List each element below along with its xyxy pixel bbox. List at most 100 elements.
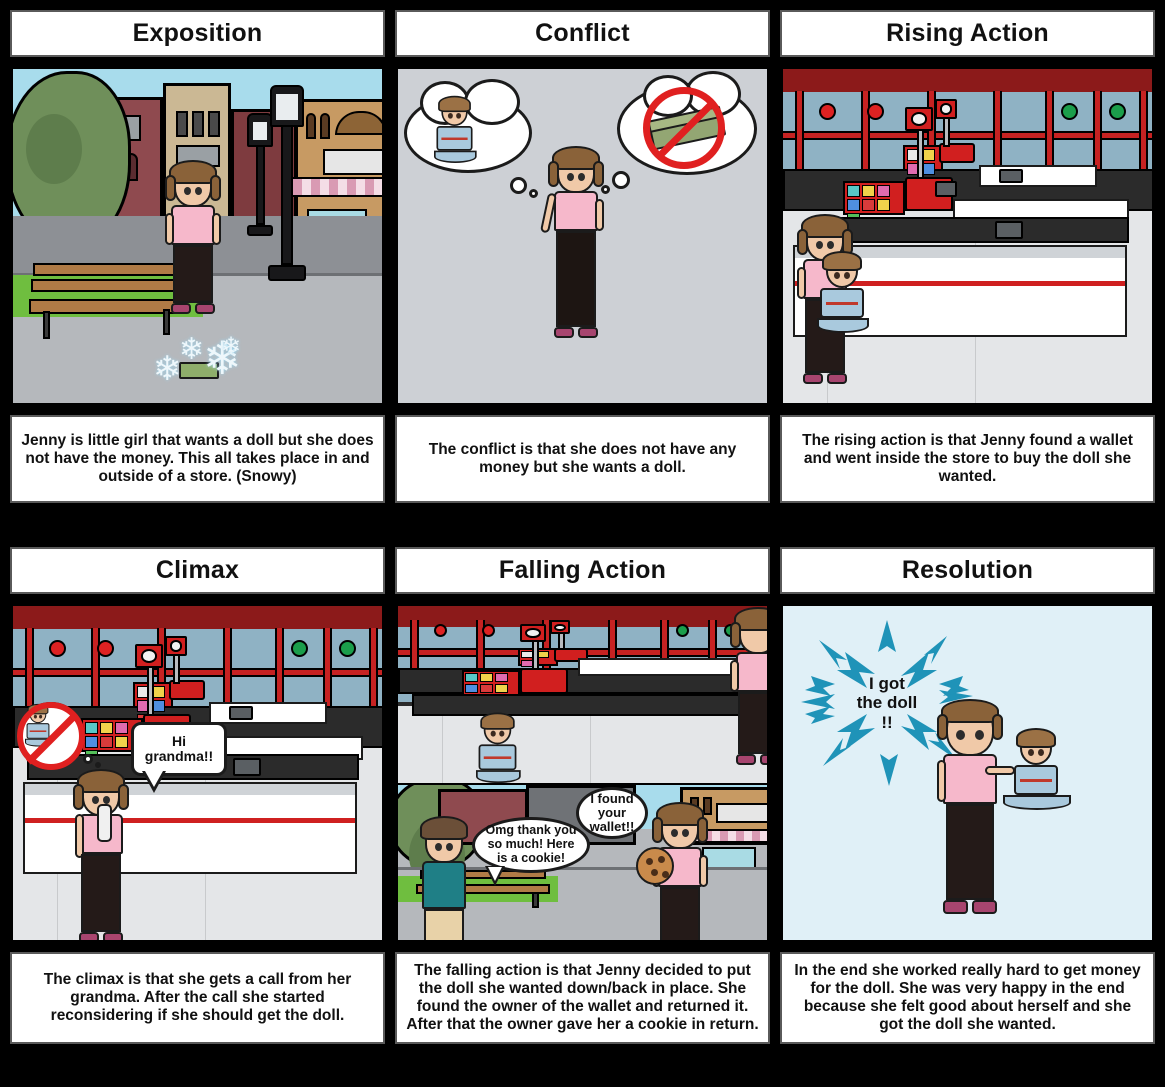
doll-skirt	[817, 318, 869, 333]
street-lamp-head-icon	[270, 85, 304, 127]
doll-body	[820, 288, 864, 318]
burst-line-3: !!	[881, 712, 893, 732]
snowflake-icon: ❄	[221, 333, 242, 360]
caption-text: The falling action is that Jenny decided…	[406, 961, 759, 1034]
thought-dot	[529, 189, 538, 198]
scene-half-store	[398, 606, 767, 784]
panel-caption-rising-action: The rising action is that Jenny found a …	[780, 415, 1155, 503]
panel-conflict[interactable]: Conflict The conflict is that she does n…	[395, 10, 770, 503]
bench-leg	[43, 311, 50, 339]
jenny-shoes	[554, 327, 598, 338]
window-decal-red	[819, 103, 836, 120]
street-lamp-base	[247, 225, 273, 236]
building-window	[208, 111, 220, 137]
panel-resolution[interactable]: Resolution I got the doll !! In the end …	[780, 547, 1155, 1044]
doll-eye	[447, 112, 453, 119]
jenny-torso	[943, 754, 997, 804]
candy-rack	[462, 670, 520, 704]
panel-title-resolution: Resolution	[780, 547, 1155, 594]
jenny-arm	[730, 660, 739, 692]
doll-hair	[822, 251, 862, 271]
jenny-legs	[81, 854, 121, 932]
building-window	[176, 111, 188, 137]
phone-icon	[97, 804, 112, 842]
window-decal-green	[291, 640, 308, 657]
window-decal-green	[1061, 103, 1078, 120]
jenny-legs	[173, 245, 213, 303]
prohibition-icon	[17, 702, 85, 770]
jenny-braid	[937, 714, 948, 740]
panel-climax[interactable]: Climax Hi grandma!! The climax is that s…	[10, 547, 385, 1044]
snowflake-icon: ❄	[179, 333, 205, 366]
burst-text: I got the doll !!	[857, 674, 917, 731]
lane-sign	[935, 99, 957, 119]
jenny-legs	[738, 692, 767, 754]
doll-head	[1016, 728, 1056, 765]
scene-falling-action: I found your wallet!! Omg thank you so m…	[395, 603, 770, 943]
street-lamp-post	[281, 115, 293, 265]
owner-hair	[420, 816, 468, 841]
scene-climax: Hi grandma!!	[10, 603, 385, 943]
doll-skirt	[476, 770, 521, 784]
bench-slat	[31, 279, 179, 292]
panel-title-text: Resolution	[901, 556, 1034, 584]
panel-title-text: Exposition	[132, 19, 263, 47]
speech-bubble-tail-fill	[145, 771, 163, 787]
jenny-torso	[171, 205, 215, 245]
doll-placed-back	[476, 712, 521, 784]
card-reader	[999, 169, 1023, 183]
jenny-arm-phone	[75, 814, 84, 858]
panel-title-climax: Climax	[10, 547, 385, 594]
building-sign	[716, 803, 767, 824]
speech-text: Hi grandma!!	[144, 732, 214, 764]
jenny-legs	[556, 231, 596, 327]
jenny-head	[730, 607, 767, 654]
doll-body	[1014, 765, 1058, 795]
panel-exposition[interactable]: Exposition ❄ ❄ ❄ ❄ Jenny is little girl …	[10, 10, 385, 503]
window-decal-green	[339, 640, 356, 657]
jenny-head	[652, 802, 708, 850]
speech-bubble-hi-grandma: Hi grandma!!	[131, 722, 227, 793]
panel-title-rising-action: Rising Action	[780, 10, 1155, 57]
doll-held	[817, 251, 869, 333]
character-jenny	[73, 769, 129, 940]
jenny-arm	[595, 199, 604, 231]
panel-rising-action[interactable]: Rising Action The rising action is that …	[780, 10, 1155, 503]
jenny-eye	[956, 730, 965, 740]
doll-eye	[844, 272, 850, 279]
speech-bubble-thank-you: Omg thank you so much! Here is a cookie!	[472, 817, 590, 887]
doll-eye	[490, 730, 496, 737]
jenny-eye	[975, 730, 984, 740]
panel-title-text: Rising Action	[886, 19, 1049, 47]
burst-line-2: the doll	[856, 693, 918, 713]
thought-dot	[83, 754, 93, 764]
window-mullion	[369, 628, 378, 718]
jenny-torso	[554, 191, 598, 231]
store-wall-top	[13, 606, 382, 630]
panel-falling-action[interactable]: Falling Action I found your wallet!! Omg…	[395, 547, 770, 1044]
panel-title-exposition: Exposition	[10, 10, 385, 57]
thought-dot	[95, 762, 101, 768]
panel-title-text: Conflict	[535, 19, 630, 47]
jenny-arm	[212, 213, 221, 245]
jenny-braid	[210, 175, 221, 201]
store-floor	[398, 715, 767, 784]
owner-eye	[435, 843, 442, 852]
window-decal-red	[867, 103, 884, 120]
prohibition-icon	[643, 87, 725, 169]
window-mullion	[795, 91, 804, 181]
doll-eye	[499, 730, 505, 737]
storyboard-row-2: Climax Hi grandma!! The climax is that s…	[0, 547, 1165, 1044]
store-wall-top	[783, 69, 1152, 93]
jenny-eye	[184, 187, 191, 195]
jenny-braid	[593, 161, 604, 187]
lane-sign	[135, 644, 163, 668]
park-bench	[27, 263, 187, 341]
thought-dot	[510, 177, 527, 194]
candy-rack	[843, 181, 905, 225]
cash-register	[520, 668, 568, 694]
jenny-head	[165, 160, 221, 207]
thought-dot	[612, 171, 630, 189]
jenny-head	[937, 699, 1003, 756]
window-decal-red	[49, 640, 66, 657]
